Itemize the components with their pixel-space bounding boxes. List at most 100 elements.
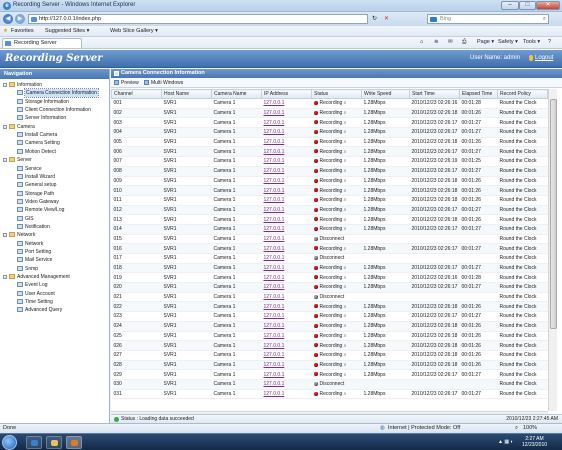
column-header-record-policy[interactable]: Record Policy <box>497 89 548 99</box>
magnifier-icon[interactable]: ⌕ <box>342 129 347 135</box>
favorites-button[interactable]: Favorites <box>11 28 34 34</box>
column-header-start-time[interactable]: Start Time <box>409 89 460 99</box>
table-row[interactable]: 010 SVR1 Camera 1 127.0.0.1 Recording ⌕ 1.28M… <box>111 185 548 196</box>
column-header-camera-name[interactable]: Camera Name <box>211 89 262 99</box>
magnifier-icon[interactable]: ⌕ <box>342 188 347 194</box>
ie-taskbar-icon[interactable] <box>26 436 42 449</box>
ip-link[interactable]: 127.0.0.1 <box>261 292 312 303</box>
media-taskbar-icon[interactable] <box>66 436 82 449</box>
table-row[interactable]: 014 SVR1 Camera 1 127.0.0.1 Recording ⌕ 1.28M… <box>111 224 548 235</box>
ip-link[interactable]: 127.0.0.1 <box>261 253 312 264</box>
tab-recording-server[interactable]: Recording Server <box>2 38 82 48</box>
table-row[interactable]: 021 SVR1 Camera 1 127.0.0.1 Disconnect Round … <box>111 292 548 303</box>
back-icon[interactable]: ◀ <box>3 14 13 24</box>
home-icon[interactable]: ⌂ <box>420 39 423 45</box>
ip-link[interactable]: 127.0.0.1 <box>261 301 312 313</box>
ip-link[interactable]: 127.0.0.1 <box>261 234 312 245</box>
table-row[interactable]: 018 SVR1 Camera 1 127.0.0.1 Recording ⌕ 1.28M… <box>111 263 548 274</box>
favorites-star-icon[interactable]: ★ <box>3 28 8 34</box>
table-row[interactable]: 011 SVR1 Camera 1 127.0.0.1 Recording ⌕ 1.28M… <box>111 195 548 206</box>
ip-link[interactable]: 127.0.0.1 <box>261 389 312 400</box>
ip-link[interactable]: 127.0.0.1 <box>261 272 312 284</box>
ip-link[interactable]: 127.0.0.1 <box>261 263 312 274</box>
table-row[interactable]: 017 SVR1 Camera 1 127.0.0.1 Disconnect Round … <box>111 253 548 264</box>
column-header-ip-address[interactable]: IP Address <box>261 89 312 99</box>
ip-link[interactable]: 127.0.0.1 <box>261 127 312 138</box>
table-row[interactable]: 020 SVR1 Camera 1 127.0.0.1 Recording ⌕ 1.28M… <box>111 282 548 293</box>
table-row[interactable]: 019 SVR1 Camera 1 127.0.0.1 Recording ⌕ 1.28M… <box>111 272 548 284</box>
table-row[interactable]: 006 SVR1 Camera 1 127.0.0.1 Recording ⌕ 1.28M… <box>111 146 548 158</box>
table-row[interactable]: 029 SVR1 Camera 1 127.0.0.1 Recording ⌕ 1.28M… <box>111 369 548 380</box>
ip-link[interactable]: 127.0.0.1 <box>261 321 312 332</box>
ip-link[interactable]: 127.0.0.1 <box>261 360 312 371</box>
magnifier-icon[interactable]: ⌕ <box>342 217 347 223</box>
tray-arrow-icon[interactable]: ▲ <box>498 439 503 445</box>
table-row[interactable]: 025 SVR1 Camera 1 127.0.0.1 Recording ⌕ 1.28M… <box>111 331 548 342</box>
ip-link[interactable]: 127.0.0.1 <box>261 214 312 225</box>
magnifier-icon[interactable]: ⌕ <box>342 246 347 252</box>
forward-icon[interactable]: ▶ <box>15 14 25 24</box>
table-row[interactable]: 027 SVR1 Camera 1 127.0.0.1 Recording ⌕ 1.28M… <box>111 350 548 361</box>
scroll-thumb[interactable] <box>550 99 557 329</box>
table-row[interactable]: 023 SVR1 Camera 1 127.0.0.1 Recording ⌕ 1.28M… <box>111 311 548 322</box>
ip-link[interactable]: 127.0.0.1 <box>261 156 312 167</box>
volume-icon[interactable]: ◐ <box>510 439 513 445</box>
column-header-write-speed[interactable]: Write Speed <box>361 89 410 99</box>
network-icon[interactable]: ▦ <box>504 439 509 445</box>
minimize-button[interactable]: – <box>501 1 519 10</box>
table-row[interactable]: 013 SVR1 Camera 1 127.0.0.1 Recording ⌕ 1.28M… <box>111 214 548 225</box>
explorer-taskbar-icon[interactable] <box>46 436 62 449</box>
ip-link[interactable]: 127.0.0.1 <box>261 369 312 380</box>
ip-link[interactable]: 127.0.0.1 <box>261 117 312 129</box>
zoom-icon[interactable]: ⌕ <box>515 424 518 433</box>
magnifier-icon[interactable]: ⌕ <box>342 265 347 271</box>
table-row[interactable]: 012 SVR1 Camera 1 127.0.0.1 Recording ⌕ 1.28M… <box>111 205 548 216</box>
ip-link[interactable]: 127.0.0.1 <box>261 98 312 109</box>
magnifier-icon[interactable]: ⌕ <box>342 372 347 378</box>
magnifier-icon[interactable]: ⌕ <box>342 226 347 232</box>
print-icon[interactable]: ⎙ <box>462 39 466 46</box>
collapse-toggle-icon[interactable]: - <box>3 275 7 280</box>
ip-link[interactable]: 127.0.0.1 <box>261 282 312 293</box>
ip-link[interactable]: 127.0.0.1 <box>261 331 312 342</box>
magnifier-icon[interactable]: ⌕ <box>342 362 347 368</box>
table-row[interactable]: 030 SVR1 Camera 1 127.0.0.1 Disconnect Round … <box>111 379 548 390</box>
magnifier-icon[interactable]: ⌕ <box>342 178 347 184</box>
table-row[interactable]: 007 SVR1 Camera 1 127.0.0.1 Recording ⌕ 1.28M… <box>111 156 548 167</box>
suggested-sites-link[interactable]: Suggested Sites ▾ <box>45 28 89 34</box>
collapse-toggle-icon[interactable]: - <box>3 124 7 129</box>
table-row[interactable]: 004 SVR1 Camera 1 127.0.0.1 Recording ⌕ 1.28M… <box>111 127 548 138</box>
clock[interactable]: 2:27 AM 12/23/2010 <box>522 436 547 448</box>
feeds-icon[interactable]: ≋ <box>434 39 439 45</box>
magnifier-icon[interactable]: ⌕ <box>342 391 347 397</box>
ip-link[interactable]: 127.0.0.1 <box>261 350 312 361</box>
magnifier-icon[interactable]: ⌕ <box>342 197 347 203</box>
column-header-channel[interactable]: Channel <box>111 89 162 99</box>
magnifier-icon[interactable]: ⌕ <box>342 284 347 290</box>
magnifier-icon[interactable]: ⌕ <box>342 139 347 145</box>
table-row[interactable]: 031 SVR1 Camera 1 127.0.0.1 Recording ⌕ 1.28M… <box>111 389 548 400</box>
table-row[interactable]: 028 SVR1 Camera 1 127.0.0.1 Recording ⌕ 1.28M… <box>111 360 548 371</box>
help-icon[interactable]: ? <box>548 39 551 45</box>
table-row[interactable]: 005 SVR1 Camera 1 127.0.0.1 Recording ⌕ 1.28M… <box>111 137 548 148</box>
ip-link[interactable]: 127.0.0.1 <box>261 379 312 390</box>
collapse-toggle-icon[interactable]: - <box>3 233 7 238</box>
table-row[interactable]: 002 SVR1 Camera 1 127.0.0.1 Recording ⌕ 1.28M… <box>111 108 548 119</box>
magnifier-icon[interactable]: ⌕ <box>342 100 347 106</box>
multi-windows-button[interactable]: Multi Windows <box>151 80 183 86</box>
refresh-icon[interactable]: ↻ <box>372 15 377 22</box>
magnifier-icon[interactable]: ⌕ <box>342 333 347 339</box>
magnifier-icon[interactable]: ⌕ <box>342 120 347 126</box>
column-header-host-name[interactable]: Host Name <box>161 89 212 99</box>
table-row[interactable]: 026 SVR1 Camera 1 127.0.0.1 Recording ⌕ 1.28M… <box>111 340 548 351</box>
magnifier-icon[interactable]: ⌕ <box>342 168 347 174</box>
search-input[interactable]: Bing ⌕ <box>427 14 549 24</box>
collapse-toggle-icon[interactable]: - <box>3 158 7 163</box>
table-row[interactable]: 022 SVR1 Camera 1 127.0.0.1 Recording ⌕ 1.28M… <box>111 301 548 313</box>
safety-menu[interactable]: Safety ▾ <box>498 39 518 45</box>
ip-link[interactable]: 127.0.0.1 <box>261 108 312 119</box>
ip-link[interactable]: 127.0.0.1 <box>261 146 312 158</box>
preview-button[interactable]: Preview <box>121 80 139 86</box>
magnifier-icon[interactable]: ⌕ <box>342 207 347 213</box>
web-slice-gallery-link[interactable]: Web Slice Gallery ▾ <box>110 28 158 34</box>
